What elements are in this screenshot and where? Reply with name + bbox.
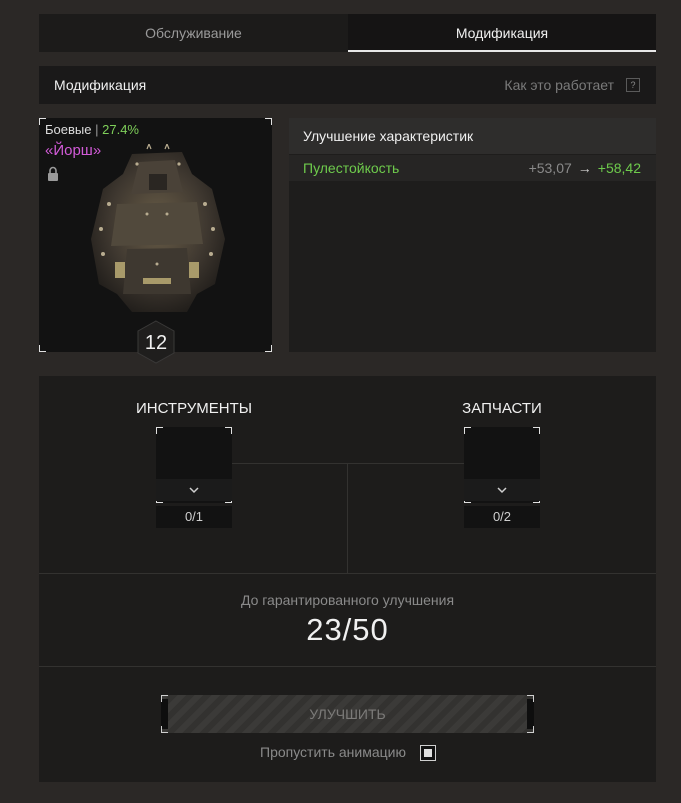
skip-animation-label: Пропустить анимацию [260,744,406,760]
button-corner [161,726,168,733]
slot-corner [156,427,163,434]
how-it-works-link[interactable]: Как это работает [504,77,614,93]
section-header: Модификация Как это работает ? [39,66,656,104]
button-corner [161,695,168,702]
card-corner [39,118,46,125]
skip-animation-checkbox[interactable] [420,745,436,761]
tools-slot[interactable] [156,427,232,503]
upgrade-button-label: УЛУЧШИТЬ [309,706,386,722]
tab-maintenance[interactable]: Обслуживание [39,14,348,52]
section-title: Модификация [54,77,147,93]
tools-title: ИНСТРУМЕНТЫ [135,400,253,417]
item-card[interactable]: Боевые | 27.4% «Йорш» 12 [39,118,272,364]
divider [39,666,656,667]
stats-header: Улучшение характеристик [289,118,656,154]
stats-title: Улучшение характеристик [303,128,474,144]
slot-corner [225,427,232,434]
button-cap [161,699,168,729]
tab-modification[interactable]: Модификация [348,14,656,52]
slot-corner [533,427,540,434]
button-corner [527,695,534,702]
lock-icon [47,166,59,186]
parts-count: 0/2 [464,506,540,528]
guarantee-label: До гарантированного улучшения [240,592,455,608]
upgrade-button[interactable]: УЛУЧШИТЬ [161,695,534,733]
parts-title: ЗАПЧАСТИ [462,400,542,417]
stat-values: +53,07 → +58,42 [529,160,641,176]
stat-new-value: +58,42 [597,160,641,176]
arrow-right-icon: → [577,160,592,176]
item-category: Боевые | 27.4% [45,122,139,137]
stat-old-value: +53,07 [528,160,572,176]
stat-name: Пулестойкость [303,160,400,176]
divider [347,463,348,573]
item-category-separator: | [95,122,99,137]
materials-panel: ИНСТРУМЕНТЫ 0/1 ЗАПЧАСТИ 0/2 До гарантир… [39,376,656,782]
divider [39,573,656,574]
item-percent: 27.4% [102,122,139,137]
stats-panel: Улучшение характеристик Пулестойкость +5… [289,118,656,352]
help-icon[interactable]: ? [626,78,640,92]
guarantee-progress: 23/50 [306,612,389,647]
item-category-label: Боевые [45,122,92,137]
button-corner [527,726,534,733]
item-level: 12 [144,332,168,354]
button-cap [527,699,534,729]
card-corner [265,118,272,125]
card-corner [265,345,272,352]
slot-corner [464,427,471,434]
card-corner [39,345,46,352]
armor-image [87,142,227,319]
parts-slot[interactable] [464,427,540,503]
stat-row: Пулестойкость +53,07 → +58,42 [289,155,656,181]
chevron-down-icon[interactable] [464,479,540,501]
chevron-down-icon[interactable] [156,479,232,501]
tools-count: 0/1 [156,506,232,528]
